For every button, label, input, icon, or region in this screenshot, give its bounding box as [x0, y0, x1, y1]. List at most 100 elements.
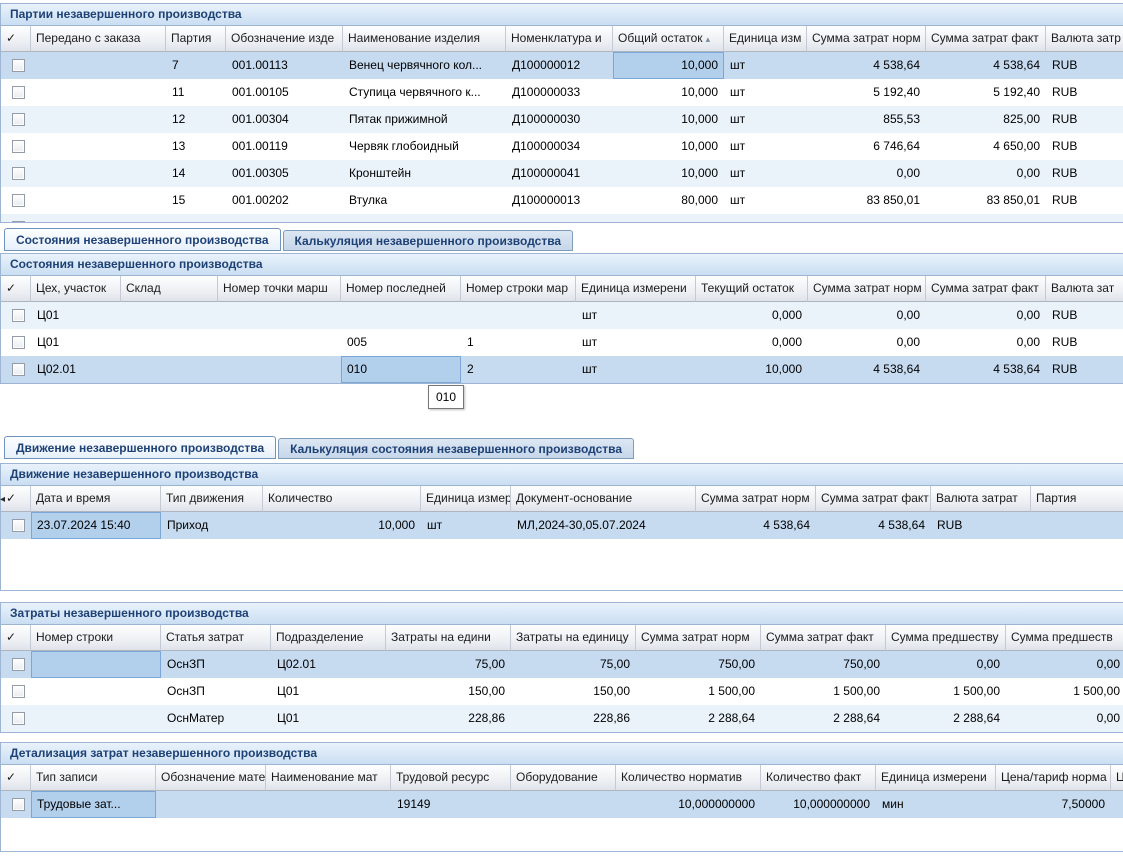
- table-cell[interactable]: Червяк глобоидный: [343, 133, 506, 160]
- splitter-collapse-icon[interactable]: ◂: [0, 492, 10, 508]
- table-cell[interactable]: RUB: [1046, 52, 1123, 79]
- table-cell[interactable]: 001.00305: [226, 160, 343, 187]
- table-cell[interactable]: 4 650,00: [926, 133, 1046, 160]
- row-checkbox[interactable]: [12, 86, 25, 99]
- row-checkbox[interactable]: [12, 658, 25, 671]
- column-header[interactable]: Количество норматив: [616, 765, 761, 791]
- tab[interactable]: Состояния незавершенного производства: [4, 228, 281, 251]
- column-header[interactable]: Тип записи: [31, 765, 156, 791]
- table-cell[interactable]: 2 288,64: [761, 705, 886, 732]
- select-all-column-header[interactable]: ✓: [1, 26, 31, 52]
- column-header[interactable]: Партия: [166, 26, 226, 52]
- row-checkbox[interactable]: [12, 712, 25, 725]
- table-cell[interactable]: Втулка: [343, 187, 506, 214]
- row-checkbox[interactable]: [12, 798, 25, 811]
- column-header[interactable]: Затраты на единицу: [511, 625, 636, 651]
- table-cell[interactable]: RUB: [1046, 356, 1123, 383]
- table-cell[interactable]: [121, 302, 218, 329]
- table-cell[interactable]: 4 538,64: [926, 52, 1046, 79]
- table-cell[interactable]: Пятак прижимной: [343, 106, 506, 133]
- table-cell[interactable]: ОснЗП: [161, 678, 271, 705]
- table-cell[interactable]: 010: [341, 356, 461, 383]
- table-cell[interactable]: 001.00304: [226, 106, 343, 133]
- table-cell[interactable]: 83 850,01: [807, 187, 926, 214]
- table-cell[interactable]: [1031, 512, 1123, 539]
- table-cell[interactable]: 21: [166, 214, 226, 222]
- table-cell[interactable]: Д100000033: [506, 79, 613, 106]
- select-all-column-header[interactable]: ✓: [1, 625, 31, 651]
- table-cell[interactable]: Ступица червячного к...: [343, 79, 506, 106]
- row-checkbox[interactable]: [12, 59, 25, 72]
- table-cell[interactable]: [31, 52, 166, 79]
- select-all-column-header[interactable]: ✓: [1, 276, 31, 302]
- table-cell[interactable]: 1: [461, 329, 576, 356]
- table-cell[interactable]: шт: [421, 512, 511, 539]
- column-header[interactable]: Количество факт: [761, 765, 876, 791]
- column-header[interactable]: Сумма затрат норм: [636, 625, 761, 651]
- column-header[interactable]: Обозначение мате: [156, 765, 266, 791]
- table-cell[interactable]: 0,00: [886, 651, 1006, 678]
- table-cell[interactable]: 4 538,64: [807, 52, 926, 79]
- column-header[interactable]: Сумма затрат факт: [816, 486, 931, 512]
- tab[interactable]: Движение незавершенного производства: [4, 436, 276, 459]
- table-cell[interactable]: [31, 106, 166, 133]
- table-cell[interactable]: 2 048,00: [926, 214, 1046, 222]
- table-cell[interactable]: [31, 705, 161, 732]
- table-cell[interactable]: 10,000: [613, 79, 724, 106]
- table-cell[interactable]: [341, 302, 461, 329]
- table-cell[interactable]: шт: [724, 106, 807, 133]
- table-cell[interactable]: ОснМатер: [161, 705, 271, 732]
- column-header[interactable]: Валюта затр: [1046, 26, 1123, 52]
- table-cell[interactable]: 0,00: [926, 302, 1046, 329]
- inline-cell-editor[interactable]: 010: [428, 385, 464, 409]
- table-cell[interactable]: Ц02.01: [271, 651, 386, 678]
- table-cell[interactable]: [218, 356, 341, 383]
- table-cell[interactable]: 0,000: [696, 329, 808, 356]
- table-cell[interactable]: шт: [576, 302, 696, 329]
- table-cell[interactable]: 4 538,64: [816, 512, 931, 539]
- table-row[interactable]: Ц02.010102шт10,0004 538,644 538,64RUB: [1, 356, 1123, 383]
- table-cell[interactable]: 10,000: [613, 160, 724, 187]
- table-row[interactable]: Трудовые зат...1914910,00000000010,00000…: [1, 791, 1123, 818]
- table-cell[interactable]: 750,00: [636, 651, 761, 678]
- table-cell[interactable]: Приход: [161, 512, 263, 539]
- table-cell[interactable]: Ц01: [271, 678, 386, 705]
- table-cell[interactable]: шт: [724, 187, 807, 214]
- table-cell[interactable]: 6 746,64: [807, 133, 926, 160]
- column-header[interactable]: Номер точки марш: [218, 276, 341, 302]
- table-cell[interactable]: 0,00: [1006, 651, 1123, 678]
- table-row[interactable]: 14001.00305КронштейнД10000004110,000шт0,…: [1, 160, 1123, 187]
- table-cell[interactable]: RUB: [1046, 187, 1123, 214]
- column-header[interactable]: Сумма затрат норм: [808, 276, 926, 302]
- table-cell[interactable]: шт: [576, 329, 696, 356]
- table-cell[interactable]: 10,000: [613, 133, 724, 160]
- table-row[interactable]: ОснМатерЦ01228,86228,862 288,642 288,642…: [1, 705, 1123, 732]
- table-cell[interactable]: 12: [166, 106, 226, 133]
- table-cell[interactable]: [511, 791, 616, 818]
- table-cell[interactable]: Д100000041: [506, 160, 613, 187]
- table-cell[interactable]: RUB: [1046, 214, 1123, 222]
- table-cell[interactable]: 75,00: [511, 651, 636, 678]
- table-cell[interactable]: 15: [166, 187, 226, 214]
- table-cell[interactable]: Д100000018: [506, 214, 613, 222]
- column-header[interactable]: Единица измерени: [576, 276, 696, 302]
- table-cell[interactable]: 0,00: [1006, 705, 1123, 732]
- table-row[interactable]: 12001.00304Пятак прижимнойД10000003010,0…: [1, 106, 1123, 133]
- column-header[interactable]: Сумма предшеству: [886, 625, 1006, 651]
- column-header[interactable]: Валюта затрат: [931, 486, 1031, 512]
- table-cell[interactable]: 005: [341, 329, 461, 356]
- table-cell[interactable]: [31, 79, 166, 106]
- table-cell[interactable]: 001.00401: [226, 214, 343, 222]
- table-cell[interactable]: 2 288,64: [636, 705, 761, 732]
- table-cell[interactable]: мин: [876, 791, 996, 818]
- table-cell[interactable]: шт: [724, 214, 807, 222]
- table-cell[interactable]: 10,000000000: [616, 791, 761, 818]
- table-row[interactable]: 11001.00105Ступица червячного к...Д10000…: [1, 79, 1123, 106]
- table-cell[interactable]: 7: [166, 52, 226, 79]
- column-header[interactable]: Номер строки мар: [461, 276, 576, 302]
- table-cell[interactable]: Ц01: [31, 329, 121, 356]
- table-cell[interactable]: [266, 791, 391, 818]
- column-header[interactable]: Передано с заказа: [31, 26, 166, 52]
- table-cell[interactable]: RUB: [1046, 106, 1123, 133]
- table-cell[interactable]: 13: [166, 133, 226, 160]
